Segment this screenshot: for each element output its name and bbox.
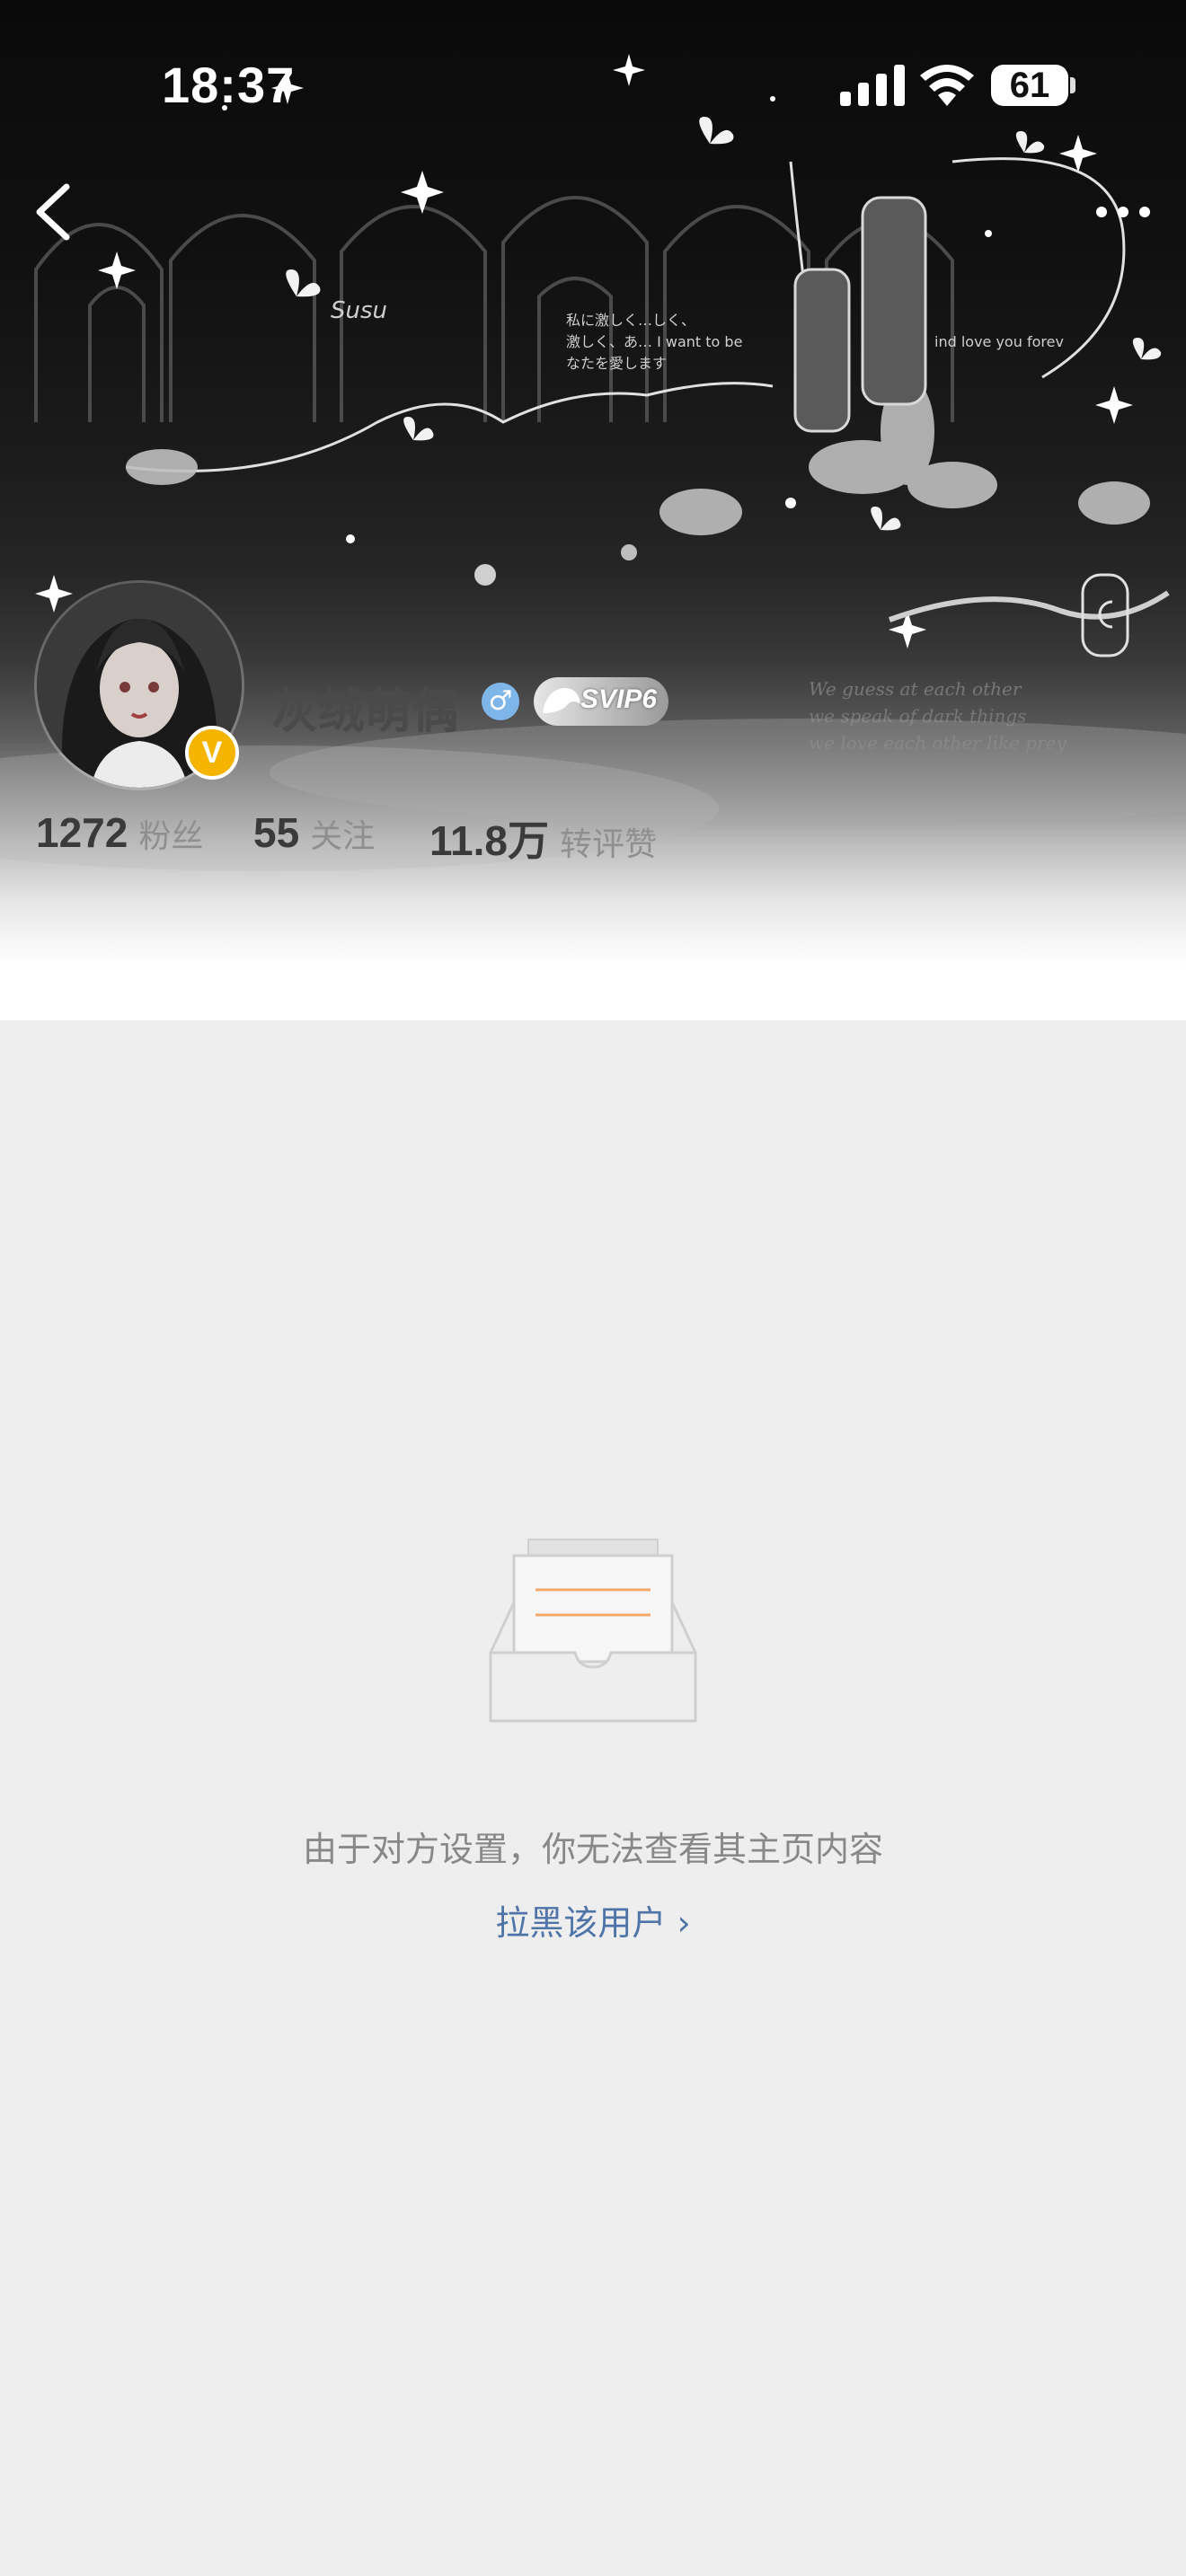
followers-count: 1272 <box>36 809 128 856</box>
reposts-likes-label: 转评赞 <box>560 826 658 863</box>
cover-jp-line-3: なたを愛します <box>566 355 667 372</box>
male-gender-icon: ♂ <box>482 683 519 720</box>
restricted-message: 由于对方设置，你无法查看其主页内容 <box>302 1830 883 1869</box>
cover-script-line-1: We guess at each other <box>809 678 1022 700</box>
battery-indicator: 61 <box>991 65 1068 106</box>
cover-jp-line-1: 私に激しく…しく、 <box>566 312 695 329</box>
back-button[interactable] <box>23 176 86 248</box>
cover-en-right: ind love you forev <box>934 333 1064 350</box>
following-label: 关注 <box>310 818 376 855</box>
stat-following[interactable]: 55 关注 <box>253 808 375 857</box>
stat-followers[interactable]: 1272 粉丝 <box>36 808 203 857</box>
followers-label: 粉丝 <box>138 818 204 855</box>
wifi-icon <box>920 65 974 106</box>
profile-header: Susu 私に激しく…しく、 激しく、あ… I want to be なたを愛し… <box>0 0 1186 1020</box>
cellular-signal-icon <box>840 65 905 106</box>
block-user-link[interactable]: 拉黑该用户 › <box>0 1895 1186 1945</box>
svip-badge[interactable]: SVIP6 <box>534 677 668 726</box>
empty-inbox-icon <box>489 1539 697 1723</box>
svip-label: SVIP6 <box>580 684 658 714</box>
status-bar: 18:37 61 <box>0 0 1186 171</box>
vip-whale-icon <box>543 688 580 713</box>
more-dots-icon <box>1096 207 1150 217</box>
reposts-likes-count: 11.8万 <box>429 817 549 864</box>
more-options-button[interactable] <box>1087 185 1159 239</box>
verified-badge: V <box>185 726 239 780</box>
battery-tip-icon <box>1070 77 1075 93</box>
username: 灰绒萌偶 <box>271 685 459 739</box>
cover-jp-line-2: 激しく、あ… I want to be <box>566 333 742 350</box>
chevron-left-icon <box>36 183 70 241</box>
cover-signature: Susu <box>331 297 387 324</box>
status-time: 18:37 <box>162 57 296 113</box>
stat-reposts-likes[interactable]: 11.8万 转评赞 <box>429 808 657 868</box>
following-count: 55 <box>253 809 300 856</box>
